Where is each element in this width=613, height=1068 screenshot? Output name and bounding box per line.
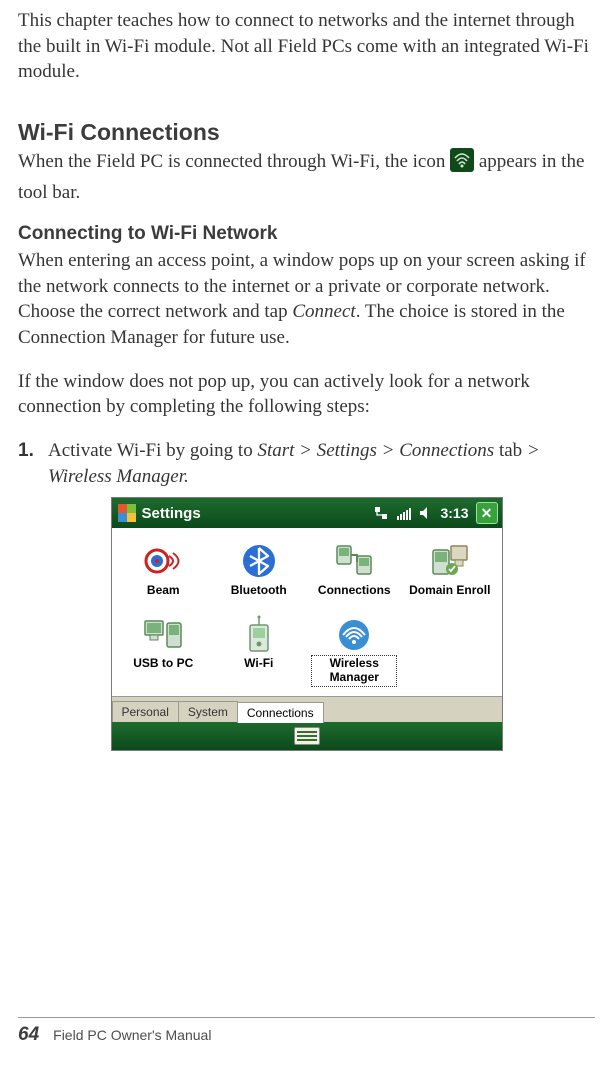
settings-item-wifi[interactable]: Wi-Fi (216, 611, 302, 674)
wifi-icon-paragraph: When the Field PC is connected through W… (18, 148, 595, 205)
settings-screenshot: Settings 3:13 ✕ (111, 497, 503, 751)
item-label: Bluetooth (231, 584, 287, 598)
chapter-intro: This chapter teaches how to connect to n… (18, 8, 595, 85)
wifi-icon (237, 614, 281, 654)
footer-title: Field PC Owner's Manual (53, 1027, 211, 1043)
tab-strip: Personal System Connections (112, 696, 502, 722)
item-label: Connections (318, 584, 391, 598)
settings-item-beam[interactable]: Beam (120, 538, 206, 601)
item-label: Wireless Manager (313, 657, 395, 685)
soft-key-bar (112, 722, 502, 750)
connect-action: Connect (292, 301, 355, 322)
connectivity-icon[interactable] (373, 505, 389, 521)
signal-icon[interactable] (396, 505, 412, 521)
tab-connections[interactable]: Connections (237, 702, 324, 723)
nav-path-1: Start > Settings > Connections (257, 440, 494, 461)
connections-icon (332, 541, 376, 581)
usb-to-pc-icon (141, 614, 185, 654)
settings-grid: Beam Bluetooth Connections (112, 528, 502, 696)
settings-item-domain-enroll[interactable]: Domain Enroll (407, 538, 493, 601)
step-number: 1. (18, 438, 34, 464)
settings-item-usb-to-pc[interactable]: USB to PC (120, 611, 206, 674)
tab-system[interactable]: System (178, 701, 238, 722)
wifi-status-icon (450, 148, 474, 180)
connecting-para-1: When entering an access point, a window … (18, 248, 595, 351)
system-tray: 3:13 ✕ (373, 502, 497, 524)
item-label: Wi-Fi (244, 657, 273, 671)
window-title: Settings (142, 505, 368, 522)
tab-personal[interactable]: Personal (112, 701, 179, 722)
step-1: 1. Activate Wi-Fi by going to Start > Se… (18, 438, 595, 489)
item-label: USB to PC (133, 657, 193, 671)
wireless-manager-icon (332, 614, 376, 654)
settings-item-connections[interactable]: Connections (311, 538, 397, 601)
page-footer: 64 Field PC Owner's Manual (18, 1017, 595, 1046)
heading-connecting-wifi: Connecting to Wi-Fi Network (18, 223, 595, 245)
close-button[interactable]: ✕ (476, 502, 498, 524)
settings-item-bluetooth[interactable]: Bluetooth (216, 538, 302, 601)
clock-time[interactable]: 3:13 (440, 505, 468, 521)
connecting-para-2: If the window does not pop up, you can a… (18, 369, 595, 420)
bluetooth-icon (237, 541, 281, 581)
para-text-pre: When the Field PC is connected through W… (18, 151, 450, 172)
page-number: 64 (18, 1024, 39, 1046)
start-icon[interactable] (118, 504, 136, 522)
volume-icon[interactable] (419, 505, 433, 521)
settings-item-wireless-manager[interactable]: Wireless Manager (311, 611, 397, 688)
keyboard-icon[interactable] (294, 727, 320, 745)
item-label: Beam (147, 584, 180, 598)
domain-enroll-icon (428, 541, 472, 581)
item-label: Domain Enroll (409, 584, 490, 598)
window-title-bar: Settings 3:13 ✕ (112, 498, 502, 528)
beam-icon (141, 541, 185, 581)
heading-wifi-connections: Wi-Fi Connections (18, 119, 595, 146)
